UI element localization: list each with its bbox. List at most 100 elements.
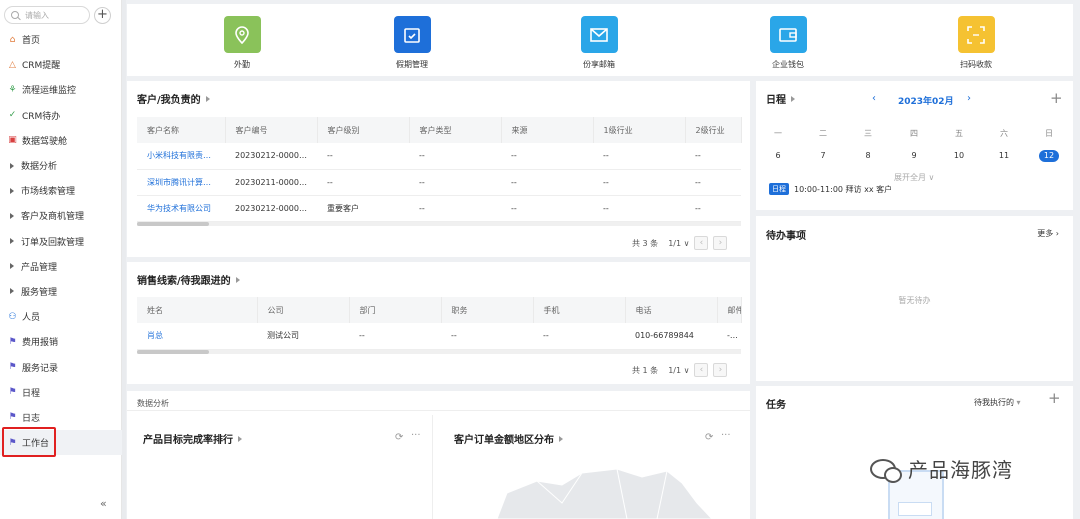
quick-entry-item[interactable]: 假期管理	[377, 16, 447, 70]
calendar-day[interactable]: 11	[994, 150, 1014, 162]
sidebar-item[interactable]: △ CRM提醒	[0, 52, 122, 77]
chart2-title[interactable]: 客户订单金额地区分布	[454, 431, 563, 446]
leads-page-select[interactable]: 1/1 ∨	[668, 366, 689, 375]
next-month-icon[interactable]: ›	[967, 93, 971, 104]
calendar-day[interactable]: 12	[1039, 150, 1059, 162]
chart1-title-text: 产品目标完成率排行	[143, 435, 233, 446]
table-cell: --	[593, 169, 685, 196]
weekday-label: 日	[1045, 129, 1053, 138]
column-header[interactable]: 手机	[533, 297, 626, 323]
todo-empty-text: 暂无待办	[898, 296, 931, 305]
column-header[interactable]: 客户类型	[409, 117, 502, 143]
table-row[interactable]: 肖总 测试公司 -- -- -- 010-66789844 --	[137, 323, 741, 350]
column-header[interactable]: 2级行业	[685, 117, 742, 143]
column-header[interactable]: 电话	[625, 297, 718, 323]
leads-scrollbar[interactable]	[137, 350, 209, 354]
customers-scrollbar[interactable]	[137, 222, 209, 226]
add-task-icon[interactable]: +	[1048, 389, 1061, 407]
prev-month-icon[interactable]: ‹	[872, 93, 876, 104]
row-name-link[interactable]: 华为技术有限公司	[137, 195, 225, 222]
next-page-button[interactable]: ›	[713, 363, 728, 377]
row-name-link[interactable]: 肖总	[137, 323, 257, 350]
calendar-day[interactable]: 7	[813, 150, 833, 162]
refresh-icon[interactable]: ⟳	[395, 432, 403, 443]
column-header[interactable]: 邮件	[717, 297, 742, 323]
column-header[interactable]: 客户名称	[137, 117, 226, 143]
calendar-month[interactable]: 2023年02月	[898, 94, 954, 107]
flag-icon: ⚑	[8, 412, 17, 423]
weekday-label: 一	[774, 129, 782, 138]
prev-page-button[interactable]: ‹	[694, 363, 709, 377]
active-highlight-outline	[2, 427, 56, 457]
column-header[interactable]: 部门	[349, 297, 442, 323]
quick-entry-item[interactable]: 企业钱包	[753, 16, 823, 70]
chart1-title[interactable]: 产品目标完成率排行	[143, 431, 242, 446]
sidebar-item[interactable]: 数据分析	[0, 153, 122, 178]
table-cell: --	[593, 195, 685, 222]
row-name-link[interactable]: 深圳市腾讯计算机...	[137, 169, 225, 196]
table-row[interactable]: 深圳市腾讯计算机... 20230211-000001 -- -- -- -- --	[137, 169, 741, 196]
expand-month-button[interactable]: 展开全月 ∨	[894, 172, 934, 183]
column-header[interactable]: 1级行业	[593, 117, 686, 143]
sidebar-item[interactable]: 订单及回款管理	[0, 229, 122, 254]
home-icon: ⌂	[9, 34, 16, 45]
calendar-day[interactable]: 9	[904, 150, 924, 162]
column-header[interactable]: 客户编号	[225, 117, 318, 143]
prev-page-button[interactable]: ‹	[694, 236, 709, 250]
weekday-label: 三	[864, 129, 872, 138]
table-cell: 010-66789844	[625, 323, 717, 350]
sidebar-item-label: 人员	[22, 313, 41, 324]
caret-right-icon	[10, 263, 14, 270]
next-page-button[interactable]: ›	[713, 236, 728, 250]
schedule-event[interactable]: 日程 10:00-11:00 拜访 xx 客户	[769, 183, 892, 195]
sidebar-scrollbar[interactable]	[122, 0, 126, 519]
calendar-day[interactable]: 6	[768, 150, 788, 162]
table-row[interactable]: 小米科技有限责任... 20230212-000004 -- -- -- -- --	[137, 143, 741, 170]
search-input[interactable]: 请输入	[4, 6, 90, 24]
row-name-link[interactable]: 小米科技有限责任...	[137, 143, 225, 170]
sidebar-item[interactable]: ⚑ 费用报销	[0, 329, 122, 354]
sidebar-item[interactable]: ✓ CRM待办	[0, 103, 122, 128]
divider	[432, 415, 433, 519]
add-button[interactable]: +	[94, 7, 111, 24]
calendar-card-title[interactable]: 日程	[766, 91, 795, 106]
customers-page-select[interactable]: 1/1 ∨	[668, 239, 689, 248]
sidebar-item[interactable]: ⚘ 流程运维监控	[0, 77, 122, 102]
collapse-sidebar-icon[interactable]: «	[100, 497, 107, 510]
leads-card-title[interactable]: 销售线索/待我跟进的	[137, 272, 240, 287]
sidebar: 请输入 + ⌂ 首页 △ CRM提醒 ⚘ 流程运维监控 ✓ CRM待办 ▣ 数据驾驶舱 数据分析 市场…	[0, 0, 122, 519]
tasks-filter-select[interactable]: 待我执行的 ▾	[974, 397, 1021, 408]
refresh-icon[interactable]: ⟳	[705, 432, 713, 443]
sidebar-item[interactable]: 服务管理	[0, 279, 122, 304]
todo-more-link[interactable]: 更多 ›	[1037, 228, 1059, 239]
sidebar-item[interactable]: 市场线索管理	[0, 178, 122, 203]
mail-icon	[580, 16, 618, 53]
sidebar-item[interactable]: ⚑ 服务记录	[0, 354, 122, 379]
sidebar-item[interactable]: ▣ 数据驾驶舱	[0, 128, 122, 153]
sidebar-item[interactable]: 产品管理	[0, 254, 122, 279]
add-schedule-icon[interactable]: +	[1050, 89, 1063, 107]
table-row[interactable]: 华为技术有限公司 20230212-000003 重要客户 -- -- -- --	[137, 195, 741, 222]
quick-entry-label: 假期管理	[396, 60, 428, 69]
quick-entry-item[interactable]: 外勤	[207, 16, 277, 70]
quick-entry-item[interactable]: 份享邮箱	[564, 16, 634, 70]
column-header[interactable]: 来源	[501, 117, 594, 143]
customers-card-title[interactable]: 客户/我负责的	[137, 91, 210, 106]
column-header[interactable]: 姓名	[137, 297, 258, 323]
sidebar-item[interactable]: ⚇ 人员	[0, 304, 122, 329]
sidebar-item[interactable]: 客户及商机管理	[0, 203, 122, 228]
bell-icon: △	[9, 59, 16, 70]
quick-entry-item[interactable]: 扫码收款	[941, 16, 1011, 70]
table-cell: 20230212-000004	[225, 143, 317, 170]
sidebar-item[interactable]: ⌂ 首页	[0, 27, 122, 52]
column-header[interactable]: 职务	[441, 297, 534, 323]
table-cell: --	[409, 195, 501, 222]
more-icon[interactable]: ···	[721, 430, 731, 441]
column-header[interactable]: 客户级别	[317, 117, 410, 143]
calendar-day[interactable]: 10	[949, 150, 969, 162]
calendar-day[interactable]: 8	[858, 150, 878, 162]
caret-right-icon	[10, 162, 14, 169]
column-header[interactable]: 公司	[257, 297, 350, 323]
sidebar-item[interactable]: ⚑ 日程	[0, 380, 122, 405]
more-icon[interactable]: ···	[411, 430, 421, 441]
